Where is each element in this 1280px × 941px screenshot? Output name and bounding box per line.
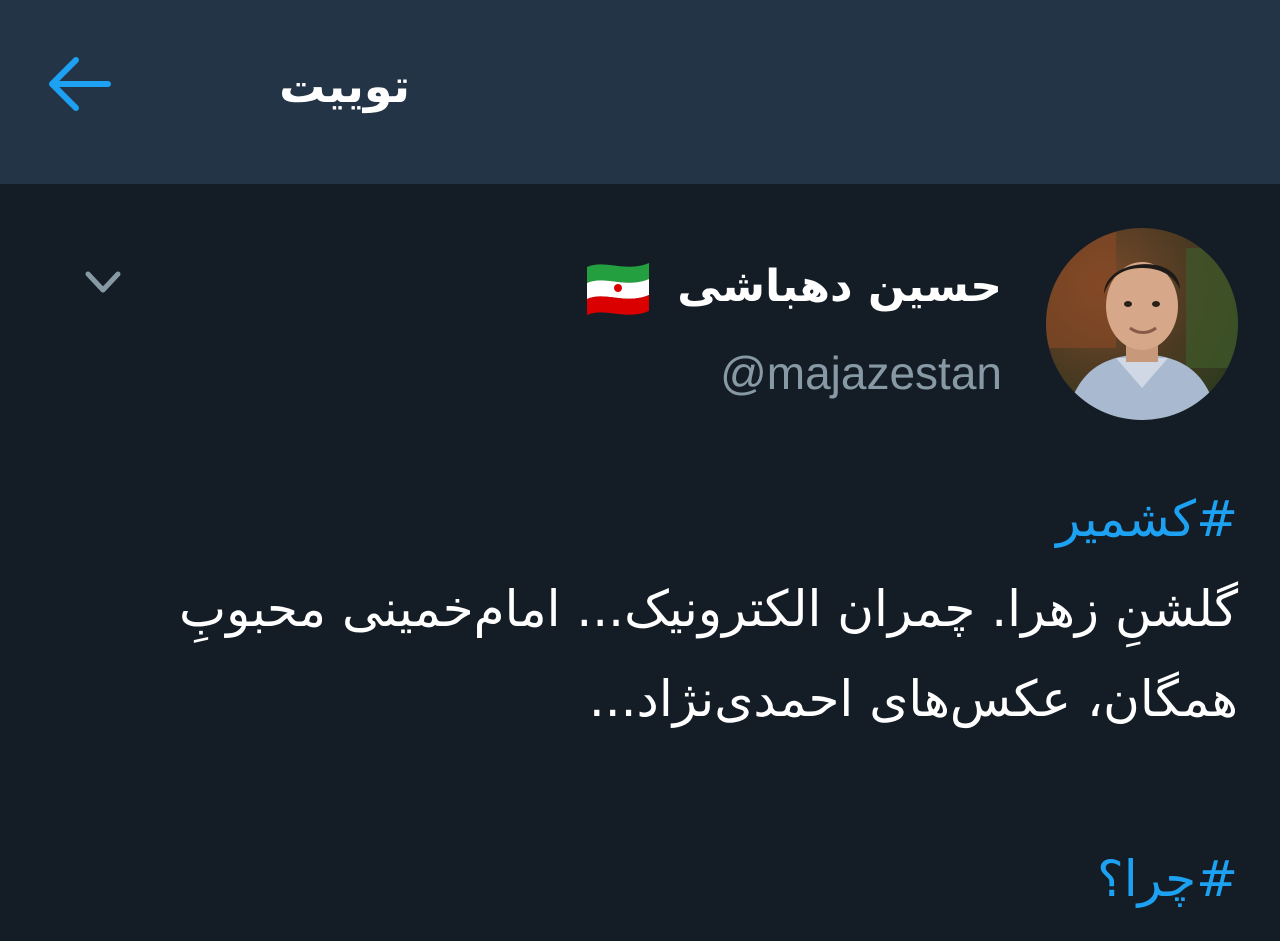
chevron-down-icon — [85, 271, 121, 293]
author-handle[interactable]: @majazestan — [720, 346, 1002, 400]
author-block: حسین دهباشی @majazestan — [302, 246, 1002, 406]
hashtag-link[interactable]: #کشمیر — [60, 474, 1238, 564]
author-name-row[interactable]: حسین دهباشی — [581, 246, 1002, 326]
page-title: توییت — [279, 59, 410, 113]
avatar[interactable] — [1046, 228, 1238, 420]
hashtag-link[interactable]: #چرا؟ — [60, 834, 1238, 924]
iran-flag-icon — [587, 263, 650, 315]
top-bar: توییت — [0, 0, 1280, 184]
arrow-left-icon — [49, 57, 111, 111]
tweet-menu-button[interactable] — [80, 264, 126, 300]
back-button[interactable] — [44, 52, 116, 116]
author-display-name: حسین دهباشی — [677, 260, 1002, 312]
line-break — [60, 744, 1238, 834]
tweet-body: #کشمیر گلشنِ زهرا. چمران الکترونیک... ام… — [60, 474, 1238, 924]
tweet-detail: حسین دهباشی @majazestan #کشمیر گلشنِ زهر… — [0, 184, 1280, 941]
tweet-text: گلشنِ زهرا. چمران الکترونیک... امام‌خمین… — [179, 580, 1238, 728]
